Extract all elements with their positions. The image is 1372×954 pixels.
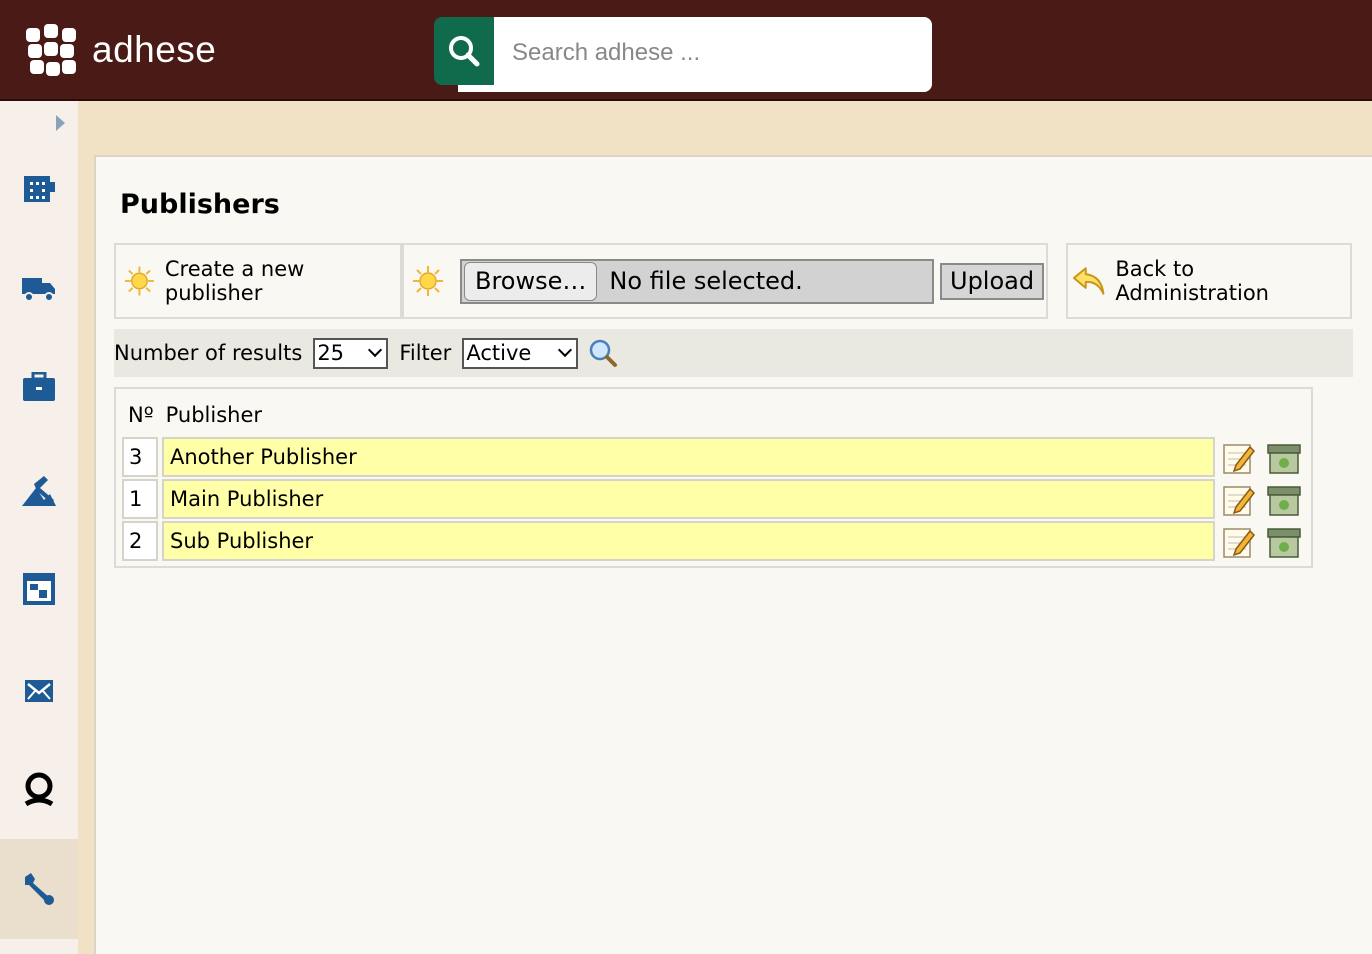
row-number: 3: [122, 437, 158, 477]
sidebar-item-delivery[interactable]: [0, 239, 78, 339]
main-panel: Publishers Create a new publisher Browse: [94, 155, 1372, 954]
wrench-icon: [25, 873, 54, 905]
publisher-name-link[interactable]: Another Publisher: [162, 437, 1215, 477]
chevron-down-icon: [368, 342, 383, 358]
logo-text: adhese: [92, 29, 217, 70]
file-status: No file selected.: [609, 267, 803, 295]
upload-button[interactable]: Upload: [940, 262, 1045, 300]
results-value: 25: [317, 341, 345, 365]
search-decor: [458, 85, 498, 92]
publisher-name-link[interactable]: Main Publisher: [162, 479, 1215, 519]
results-label: Number of results: [114, 341, 303, 365]
results-select[interactable]: 25: [313, 337, 389, 369]
hammer-icon: [22, 476, 56, 506]
magnifier-icon[interactable]: [588, 338, 618, 368]
mail-icon: [25, 680, 53, 702]
table-row: 1 Main Publisher: [122, 479, 1312, 519]
sidebar-item-administration[interactable]: [0, 839, 78, 939]
archive-icon[interactable]: [1267, 441, 1301, 475]
row-number: 1: [122, 479, 158, 519]
calendar-icon: [23, 573, 55, 605]
sun-icon: [413, 266, 443, 296]
back-to-administration-button[interactable]: Back to Administration: [1066, 243, 1352, 319]
back-label: Back to Administration: [1115, 257, 1269, 305]
edit-icon[interactable]: [1222, 441, 1256, 475]
building-icon: [24, 176, 55, 202]
sidebar-item-campaigns[interactable]: [0, 337, 78, 437]
file-input[interactable]: Browse… No file selected.: [460, 258, 934, 304]
row-number: 2: [122, 521, 158, 561]
global-search: [434, 17, 932, 95]
browse-button[interactable]: Browse…: [464, 261, 598, 301]
sidebar-item-user[interactable]: [0, 739, 78, 839]
back-arrow-icon: [1072, 267, 1105, 295]
chevron-down-icon: [558, 342, 573, 358]
sidebar-item-mail[interactable]: [0, 641, 78, 741]
table-header: Nº Publisher: [128, 403, 262, 427]
edit-icon[interactable]: [1222, 525, 1256, 559]
column-header-publisher: Publisher: [165, 403, 263, 427]
table-row: 3 Another Publisher: [122, 437, 1312, 477]
sidebar-item-dashboard[interactable]: [0, 139, 78, 239]
sun-icon: [124, 266, 154, 296]
filter-select[interactable]: Active: [462, 337, 579, 369]
sidebar-item-tools[interactable]: [0, 441, 78, 541]
sidebar-footer: [0, 939, 78, 954]
column-header-no: Nº: [128, 403, 154, 427]
search-box: [494, 17, 932, 95]
publisher-name-link[interactable]: Sub Publisher: [162, 521, 1215, 561]
publishers-table: Nº Publisher 3 Another Publisher 1 Main …: [114, 387, 1313, 568]
search-input[interactable]: [494, 17, 932, 95]
sidebar: [0, 101, 78, 954]
filter-bar: Number of results 25 Filter Active: [114, 329, 1353, 377]
logo-mark-icon: [26, 24, 78, 76]
filter-value: Active: [466, 341, 532, 365]
edit-icon[interactable]: [1222, 483, 1256, 517]
page-title: Publishers: [120, 189, 280, 220]
create-publisher-button[interactable]: Create a new publisher: [114, 243, 402, 319]
sidebar-expand-icon[interactable]: [56, 115, 65, 131]
search-button[interactable]: [434, 17, 494, 85]
sidebar-item-calendar[interactable]: [0, 539, 78, 639]
table-row: 2 Sub Publisher: [122, 521, 1312, 561]
truck-icon: [22, 278, 55, 302]
user-icon: [24, 772, 54, 806]
search-icon: [449, 36, 480, 67]
briefcase-icon: [23, 372, 55, 401]
adhese-logo[interactable]: adhese: [26, 24, 216, 76]
archive-icon[interactable]: [1267, 525, 1301, 559]
archive-icon[interactable]: [1267, 483, 1301, 517]
upload-form: Browse… No file selected. Upload: [402, 243, 1048, 319]
top-bar: adhese: [0, 0, 1372, 101]
create-publisher-label: Create a new publisher: [164, 257, 305, 305]
filter-label: Filter: [399, 341, 452, 365]
